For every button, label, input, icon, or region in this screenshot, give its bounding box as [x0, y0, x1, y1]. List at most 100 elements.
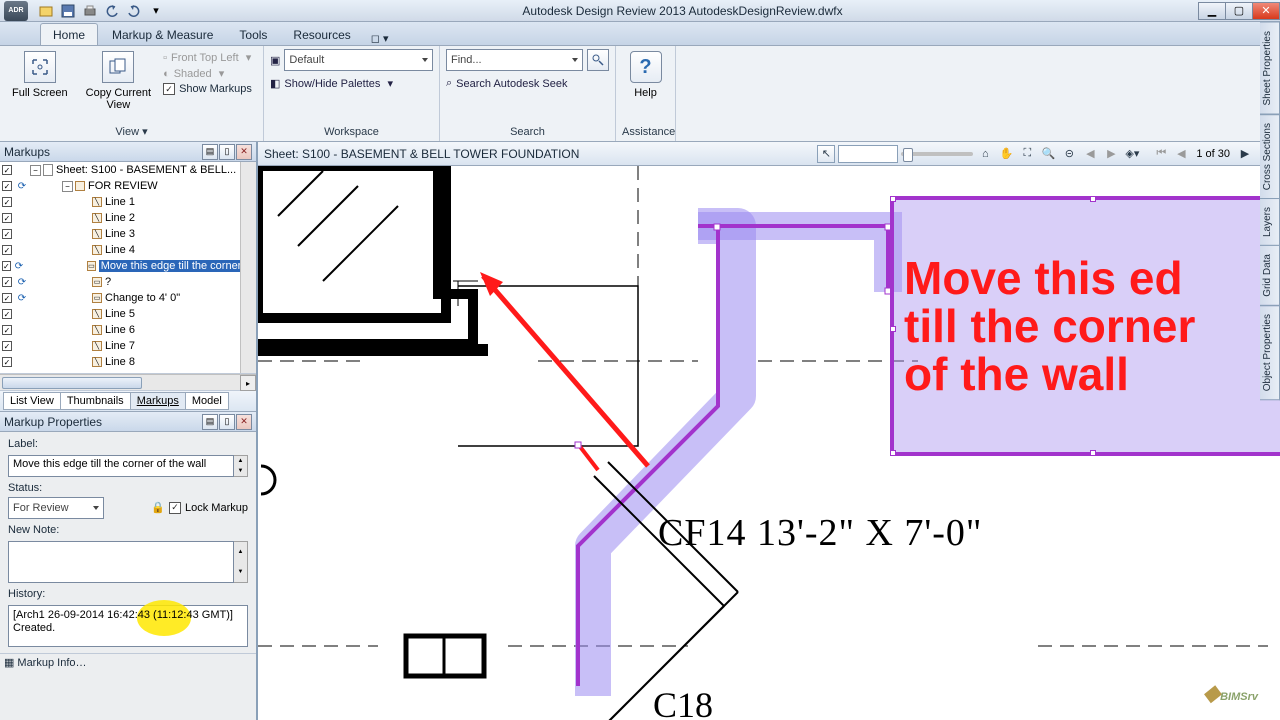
- first-page-icon[interactable]: ⏮: [1152, 145, 1170, 163]
- markup-info-link[interactable]: ▦Markup Info…: [0, 653, 256, 671]
- panel-close-icon[interactable]: ✕: [236, 414, 252, 430]
- fullscreen-icon: [24, 51, 56, 83]
- tree-scrollbar[interactable]: [240, 162, 256, 373]
- note-scrollbar[interactable]: ▲▼: [234, 541, 248, 583]
- show-hide-palettes-button[interactable]: ◧Show/Hide Palettes ▾: [270, 77, 433, 90]
- checkbox-icon[interactable]: ✓: [2, 325, 12, 335]
- checkbox-icon[interactable]: ✓: [2, 165, 12, 175]
- panel-close-icon[interactable]: ✕: [236, 144, 252, 160]
- right-tab-grid-data[interactable]: Grid Data: [1260, 245, 1280, 306]
- checkbox-icon[interactable]: ✓: [2, 213, 12, 223]
- full-screen-button[interactable]: Full Screen: [6, 49, 74, 101]
- checkbox-icon[interactable]: ✓: [2, 181, 12, 191]
- tree-item[interactable]: Line 7: [105, 340, 135, 352]
- help-button[interactable]: ? Help: [624, 49, 668, 101]
- resize-handle[interactable]: [890, 450, 896, 456]
- resize-handle[interactable]: [890, 196, 896, 202]
- qat-more-icon[interactable]: ▾: [146, 2, 166, 20]
- right-tab-cross-sections[interactable]: Cross Sections: [1260, 114, 1280, 199]
- status-select[interactable]: For Review: [8, 497, 104, 519]
- view-cube-icon[interactable]: ◈▾: [1123, 145, 1141, 163]
- close-button[interactable]: ✕: [1252, 2, 1280, 20]
- next-page-icon[interactable]: ▶: [1236, 145, 1254, 163]
- subtab-markups[interactable]: Markups: [130, 392, 186, 410]
- checkbox-icon[interactable]: ✓: [2, 197, 12, 207]
- checkbox-icon[interactable]: ✓: [2, 293, 12, 303]
- pan-icon[interactable]: ✋: [997, 145, 1015, 163]
- tree-sheet-node[interactable]: Sheet: S100 - BASEMENT & BELL...: [56, 164, 236, 176]
- search-autodesk-seek-button[interactable]: ⌕Search Autodesk Seek: [446, 77, 609, 90]
- checkbox-icon[interactable]: ✓: [2, 357, 12, 367]
- right-tab-object-properties[interactable]: Object Properties: [1260, 305, 1280, 400]
- checkbox-icon[interactable]: ✓: [2, 261, 11, 271]
- scale-combo[interactable]: [838, 145, 898, 163]
- zoom-out-icon[interactable]: ⊝: [1060, 145, 1078, 163]
- find-go-button[interactable]: [587, 49, 609, 71]
- subtab-model[interactable]: Model: [185, 392, 229, 410]
- qat-print-icon[interactable]: [80, 2, 100, 20]
- home-icon[interactable]: ⌂: [976, 145, 994, 163]
- checkbox-icon[interactable]: ✓: [2, 229, 12, 239]
- checkbox-icon[interactable]: ✓: [2, 341, 12, 351]
- tab-extension-icon[interactable]: ◻ ▾: [371, 32, 389, 45]
- resize-handle[interactable]: [1090, 450, 1096, 456]
- find-combo[interactable]: Find...: [446, 49, 583, 71]
- subtab-thumbnails[interactable]: Thumbnails: [60, 392, 131, 410]
- markup-tree[interactable]: ✓−Sheet: S100 - BASEMENT & BELL... ✓⟳−FO…: [0, 162, 256, 374]
- select-tool-icon[interactable]: ↖: [817, 145, 835, 163]
- tree-item[interactable]: Line 5: [105, 308, 135, 320]
- checkbox-icon[interactable]: ✓: [2, 245, 12, 255]
- checkbox-icon[interactable]: ✓: [2, 277, 12, 287]
- workspace-default-combo[interactable]: ▣Default: [270, 49, 433, 71]
- copy-current-view-button[interactable]: Copy Current View: [80, 49, 157, 113]
- tree-for-review[interactable]: FOR REVIEW: [88, 180, 158, 192]
- right-tab-sheet-properties[interactable]: Sheet Properties: [1260, 22, 1280, 115]
- tree-item[interactable]: Line 1: [105, 196, 135, 208]
- tree-item[interactable]: Change to 4' 0": [105, 292, 180, 304]
- qat-save-icon[interactable]: [58, 2, 78, 20]
- qat-open-icon[interactable]: [36, 2, 56, 20]
- collapse-icon[interactable]: −: [30, 165, 41, 176]
- label-scrollbar[interactable]: ▲▼: [234, 455, 248, 477]
- zoom-icon[interactable]: 🔍: [1039, 145, 1057, 163]
- tree-item[interactable]: Line 4: [105, 244, 135, 256]
- qat-undo-icon[interactable]: [102, 2, 122, 20]
- label-input[interactable]: Move this edge till the corner of the wa…: [8, 455, 234, 477]
- minimize-button[interactable]: ▁: [1198, 2, 1226, 20]
- new-note-textarea[interactable]: [8, 541, 234, 583]
- subtab-list-view[interactable]: List View: [3, 392, 61, 410]
- tree-horizontal-scrollbar[interactable]: ▸: [0, 374, 256, 390]
- zoom-window-icon[interactable]: ⛶: [1018, 145, 1036, 163]
- markup-callout-box[interactable]: Move this ed till the corner of the wall: [890, 196, 1280, 456]
- show-markups-toggle[interactable]: ✓Show Markups: [163, 83, 252, 95]
- tab-markup-measure[interactable]: Markup & Measure: [100, 24, 225, 45]
- resize-handle[interactable]: [1090, 196, 1096, 202]
- qat-redo-icon[interactable]: [124, 2, 144, 20]
- nav-back-icon[interactable]: ◀: [1081, 145, 1099, 163]
- right-tab-layers[interactable]: Layers: [1260, 198, 1280, 246]
- lock-markup-checkbox[interactable]: ✓: [169, 502, 181, 514]
- panel-pin-icon[interactable]: ▯: [219, 144, 235, 160]
- tab-resources[interactable]: Resources: [281, 24, 362, 45]
- panel-pin-icon[interactable]: ▯: [219, 414, 235, 430]
- tree-item[interactable]: ?: [105, 276, 111, 288]
- tree-item[interactable]: Line 8: [105, 356, 135, 368]
- panel-menu-icon[interactable]: ▤: [202, 144, 218, 160]
- tree-item[interactable]: Line 2: [105, 212, 135, 224]
- tree-item[interactable]: Line 3: [105, 228, 135, 240]
- scroll-right-icon[interactable]: ▸: [240, 375, 256, 391]
- tree-item-selected[interactable]: Move this edge till the corner of ...: [99, 260, 256, 272]
- drawing-canvas[interactable]: Move this ed till the corner of the wall…: [258, 166, 1280, 720]
- zoom-slider[interactable]: [901, 152, 973, 156]
- checkbox-icon[interactable]: ✓: [2, 309, 12, 319]
- nav-forward-icon[interactable]: ▶: [1102, 145, 1120, 163]
- line-icon: ╲: [92, 245, 102, 255]
- tab-tools[interactable]: Tools: [227, 24, 279, 45]
- prev-page-icon[interactable]: ◀: [1172, 145, 1190, 163]
- panel-menu-icon[interactable]: ▤: [202, 414, 218, 430]
- tree-item[interactable]: Line 6: [105, 324, 135, 336]
- resize-handle[interactable]: [890, 326, 896, 332]
- tab-home[interactable]: Home: [40, 23, 98, 45]
- maximize-button[interactable]: ▢: [1225, 2, 1253, 20]
- collapse-icon[interactable]: −: [62, 181, 73, 192]
